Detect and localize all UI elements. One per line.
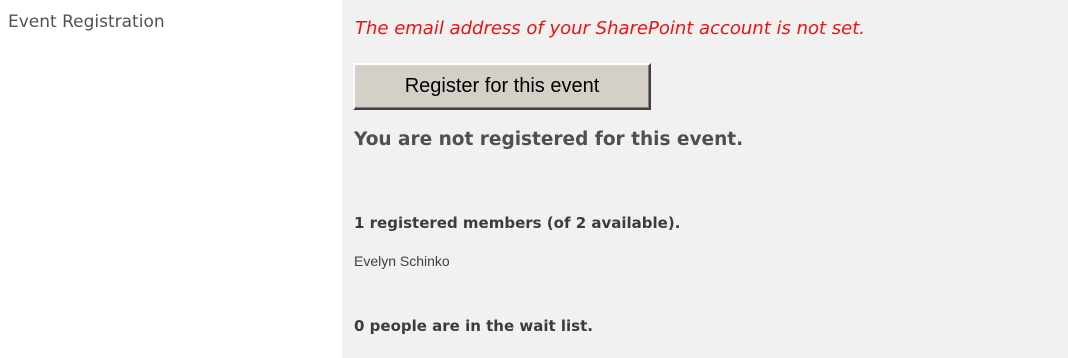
email-not-set-warning: The email address of your SharePoint acc… [355, 18, 866, 39]
registered-member-name: Evelyn Schinko [354, 253, 450, 269]
registration-status-text: You are not registered for this event. [354, 129, 744, 150]
field-label-event-registration: Event Registration [8, 12, 165, 32]
register-for-event-button[interactable]: Register for this event [353, 63, 651, 110]
waitlist-count-text: 0 people are in the wait list. [354, 317, 593, 335]
registered-members-summary: 1 registered members (of 2 available). [354, 214, 681, 232]
event-registration-panel: The email address of your SharePoint acc… [342, 0, 1068, 358]
